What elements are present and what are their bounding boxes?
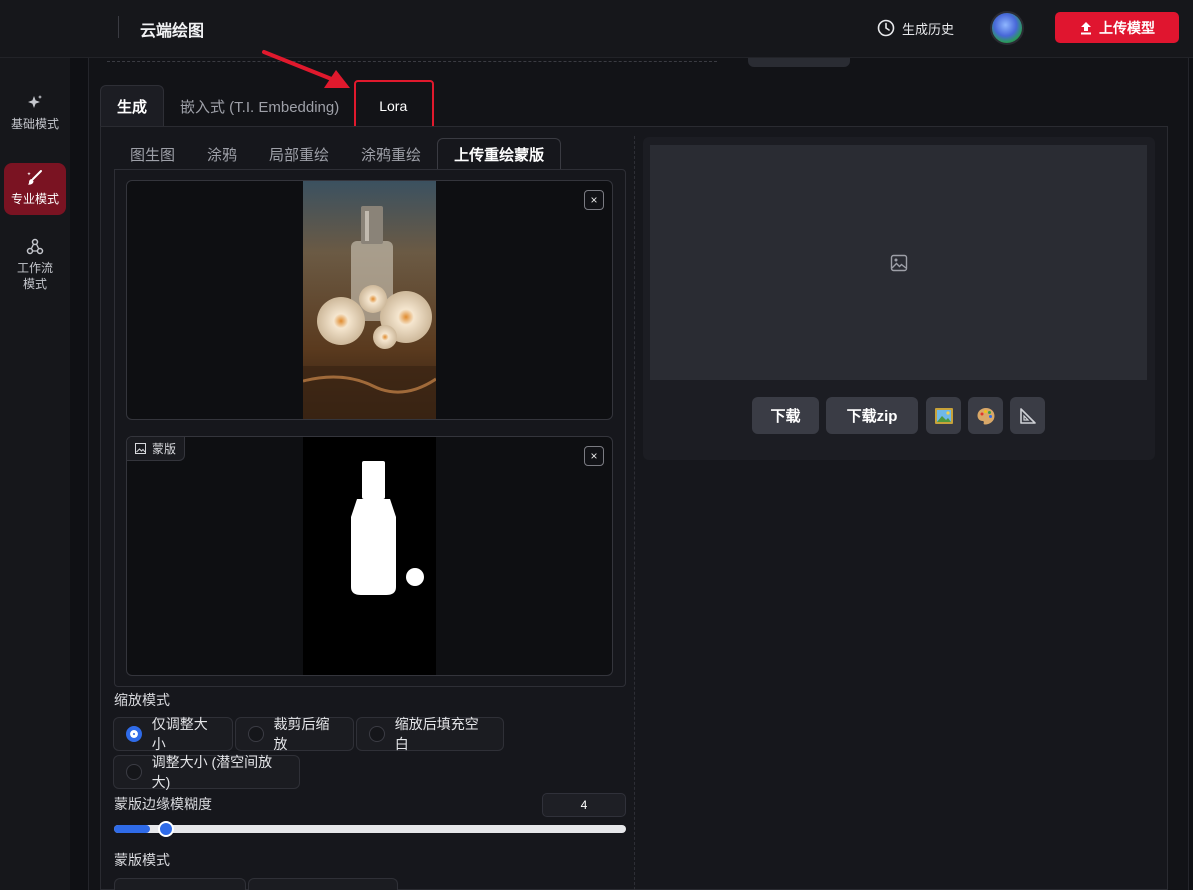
sidebar: 基础模式 专业模式 工作流 模式 — [0, 58, 70, 890]
mask-mode-option[interactable] — [248, 878, 398, 890]
sidebar-item-label: 基础模式 — [10, 117, 59, 131]
mask-image-box[interactable]: 蒙版 × — [126, 436, 613, 676]
download-zip-button[interactable]: 下载zip — [826, 397, 918, 434]
sidebar-item-basic[interactable]: 基础模式 — [4, 88, 66, 136]
prompt-input-edge[interactable] — [107, 58, 717, 62]
mask-image — [303, 437, 436, 675]
history-label: 生成历史 — [902, 21, 955, 37]
slider-fill — [114, 825, 150, 833]
history-icon — [876, 19, 895, 37]
radio-label: 调整大小 (潜空间放大) — [151, 754, 273, 790]
title-separator — [118, 16, 119, 38]
send-to-extras-button[interactable] — [1010, 397, 1045, 434]
mask-label-text: 蒙版 — [152, 442, 177, 456]
radio-dot — [126, 764, 142, 780]
radio-dot — [248, 726, 264, 742]
download-button[interactable]: 下载 — [752, 397, 819, 434]
history-button[interactable]: 生成历史 — [876, 16, 954, 40]
mask-label: 蒙版 — [127, 437, 186, 461]
tab-inpaint-sketch[interactable]: 涂鸦重绘 — [345, 138, 437, 170]
mask-mode-label: 蒙版模式 — [114, 852, 170, 868]
upload-model-label: 上传模型 — [1099, 19, 1155, 36]
avatar[interactable] — [990, 11, 1024, 45]
sidebar-item-workflow[interactable]: 工作流 模式 — [4, 232, 66, 298]
tab-img2img[interactable]: 图生图 — [114, 138, 191, 170]
sidebar-item-label: 工作流 模式 — [16, 261, 53, 291]
tab-inpaint[interactable]: 局部重绘 — [253, 138, 345, 170]
perfume-bottle-image — [303, 181, 436, 419]
radio-label: 裁剪后缩放 — [273, 716, 330, 752]
radio-label: 缩放后填充空白 — [394, 716, 479, 752]
mask-blur-input[interactable]: 4 — [542, 793, 626, 817]
mask-blur-label: 蒙版边缘模糊度 — [114, 796, 212, 812]
picture-icon — [934, 407, 953, 424]
tab-sketch[interactable]: 涂鸦 — [191, 138, 253, 170]
triangle-ruler-icon — [1019, 407, 1036, 424]
page-title: 云端绘图 — [140, 23, 205, 40]
image-icon — [135, 443, 146, 454]
radio-dot — [126, 726, 142, 742]
highlight-box — [354, 80, 434, 131]
sparkle-icon — [28, 95, 42, 108]
red-arrow-icon — [262, 50, 350, 88]
send-to-inpaint-button[interactable] — [968, 397, 1003, 434]
resize-option-just-resize[interactable]: 仅调整大小 — [113, 716, 233, 752]
radio-dot — [369, 726, 385, 742]
sidebar-item-pro[interactable]: 专业模式 — [4, 163, 66, 215]
workflow-icon — [26, 238, 44, 255]
resize-option-crop[interactable]: 裁剪后缩放 — [235, 716, 354, 752]
palette-icon — [977, 407, 994, 424]
mask-mode-option[interactable] — [114, 878, 246, 890]
resize-option-fill[interactable]: 缩放后填充空白 — [356, 716, 504, 752]
send-to-img2img-button[interactable] — [926, 397, 961, 434]
sidebar-item-label: 专业模式 — [10, 192, 59, 206]
tab-inpaint-upload[interactable]: 上传重绘蒙版 — [437, 138, 562, 170]
source-image-box[interactable]: × — [126, 180, 613, 420]
generate-button-edge[interactable] — [748, 58, 850, 67]
top-bar: 云端绘图 生成历史 上传模型 — [0, 0, 1193, 58]
close-icon[interactable]: × — [584, 446, 604, 466]
column-divider — [634, 136, 635, 890]
resize-mode-label: 缩放模式 — [114, 692, 170, 708]
image-placeholder-icon — [890, 254, 908, 272]
radio-label: 仅调整大小 — [151, 716, 208, 752]
slider-thumb[interactable] — [158, 821, 174, 837]
mask-mode-options — [114, 878, 398, 890]
upload-icon — [1081, 21, 1091, 34]
brush-icon — [27, 170, 42, 185]
resize-option-latent[interactable]: 调整大小 (潜空间放大) — [113, 754, 300, 790]
close-icon[interactable]: × — [584, 190, 604, 210]
img2img-tabs: 图生图 涂鸦 局部重绘 涂鸦重绘 上传重绘蒙版 — [114, 138, 562, 170]
upload-model-button[interactable]: 上传模型 — [1055, 12, 1179, 43]
mask-blur-slider[interactable] — [114, 821, 626, 837]
tab-generate[interactable]: 生成 — [100, 85, 165, 127]
